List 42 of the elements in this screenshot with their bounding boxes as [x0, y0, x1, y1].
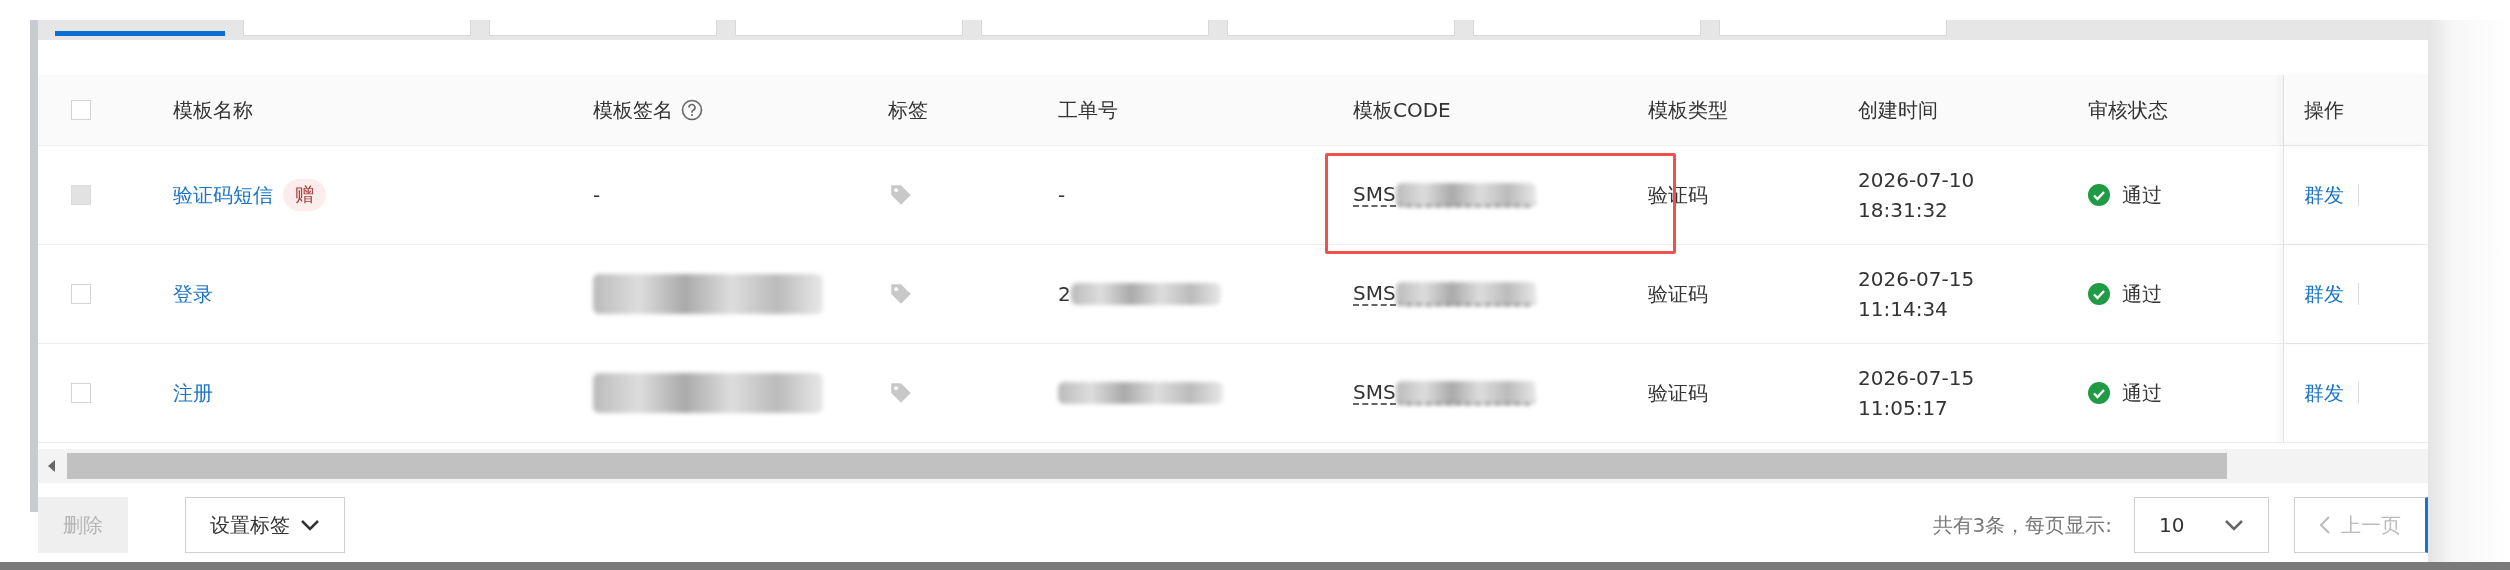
- column-header: 审核状态: [2088, 96, 2168, 124]
- column-header: 模板签名: [593, 96, 673, 124]
- chevron-down-icon: [300, 519, 320, 531]
- check-circle-icon: [2088, 382, 2110, 404]
- scroll-left-icon[interactable]: [48, 460, 55, 472]
- select-all-checkbox[interactable]: [71, 100, 91, 120]
- column-header: 模板类型: [1648, 96, 1728, 124]
- status-text: 通过: [2122, 379, 2162, 407]
- table-cell: -: [1058, 183, 1066, 207]
- chevron-down-icon: [2224, 519, 2244, 531]
- row-checkbox[interactable]: [71, 383, 91, 403]
- template-name-link[interactable]: 注册: [173, 379, 213, 407]
- column-header: 模板名称: [173, 96, 253, 124]
- table-cell: 验证码: [1648, 280, 1708, 308]
- created-time: 2026-07-15 11:05:17: [1858, 365, 1976, 422]
- template-name-link[interactable]: 验证码短信: [173, 181, 273, 209]
- help-icon[interactable]: [681, 99, 703, 121]
- column-header: 标签: [888, 96, 928, 124]
- template-name-link[interactable]: 登录: [173, 280, 213, 308]
- chevron-left-icon: [2319, 515, 2331, 535]
- set-tag-button[interactable]: 设置标签: [185, 497, 345, 553]
- created-time: 2026-07-10 18:31:32: [1858, 167, 1976, 224]
- created-time: 2026-07-15 11:14:34: [1858, 266, 1976, 323]
- gift-badge: 赠: [283, 179, 326, 211]
- broadcast-link[interactable]: 群发: [2304, 280, 2344, 308]
- column-header: 工单号: [1058, 96, 1118, 124]
- check-circle-icon: [2088, 184, 2110, 206]
- table-cell: 验证码: [1648, 379, 1708, 407]
- broadcast-link[interactable]: 群发: [2304, 379, 2344, 407]
- page-size-select[interactable]: 10: [2134, 497, 2269, 553]
- column-header: 模板CODE: [1353, 96, 1451, 124]
- row-checkbox[interactable]: [71, 284, 91, 304]
- column-header: 操作: [2304, 96, 2344, 124]
- column-header: 创建时间: [1858, 96, 1938, 124]
- broadcast-link[interactable]: 群发: [2304, 181, 2344, 209]
- total-count-text: 共有3条，每页显示:: [1932, 511, 2112, 539]
- status-text: 通过: [2122, 280, 2162, 308]
- status-text: 通过: [2122, 181, 2162, 209]
- table-cell: 2: [1058, 282, 1071, 306]
- check-circle-icon: [2088, 283, 2110, 305]
- scrollbar-thumb[interactable]: [67, 453, 2227, 479]
- table-cell: -: [593, 183, 601, 207]
